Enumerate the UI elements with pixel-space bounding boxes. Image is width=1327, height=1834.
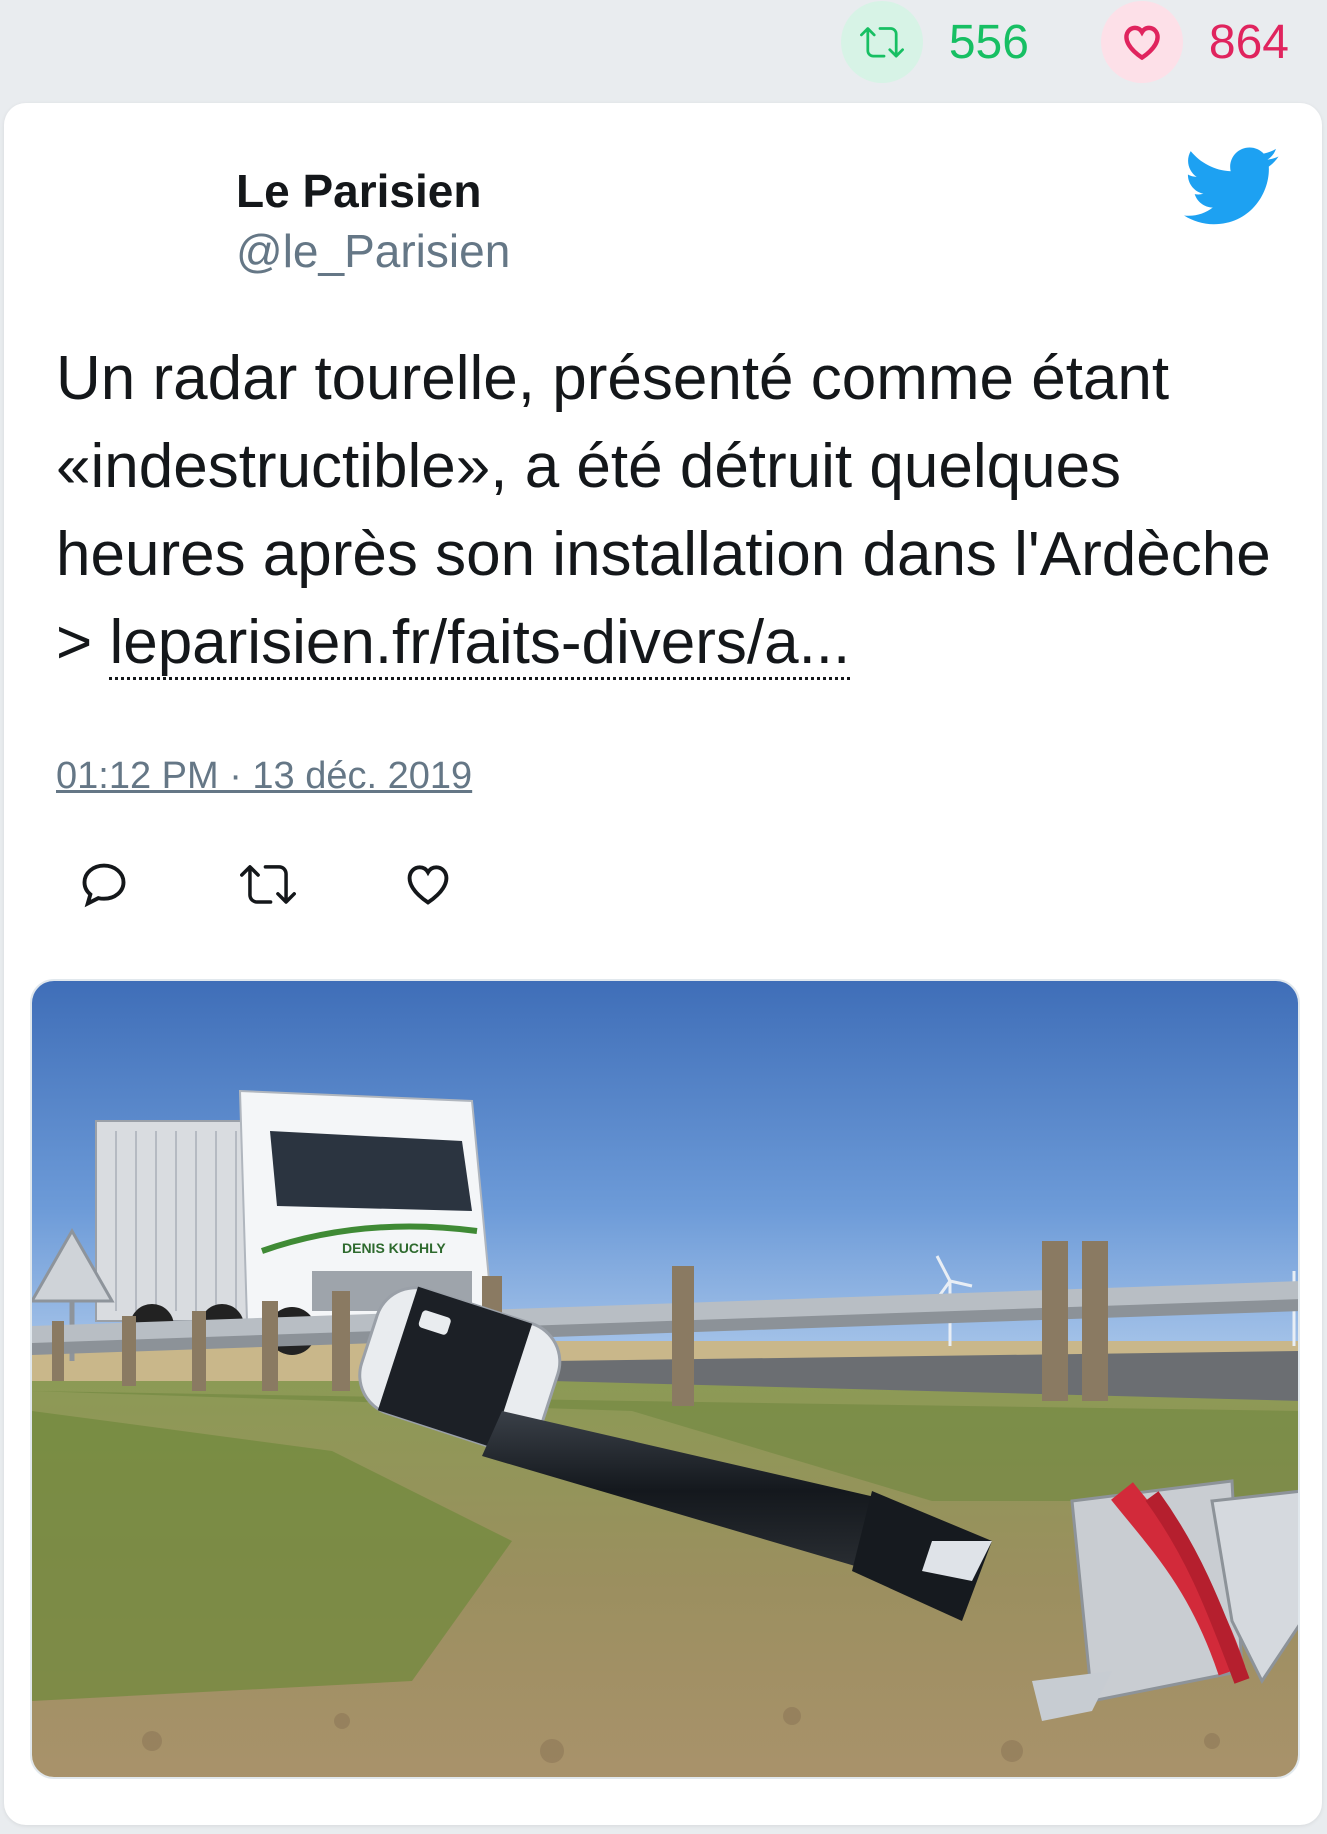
retweet-icon[interactable] — [240, 856, 296, 912]
tweet-timestamp[interactable]: 01:12 PM · 13 déc. 2019 — [56, 755, 472, 798]
like-icon[interactable] — [400, 856, 456, 912]
like-count: 864 — [1208, 15, 1289, 69]
tweet-link[interactable]: leparisien.fr/faits-divers/a... — [109, 608, 851, 680]
tweet-actions — [76, 856, 552, 912]
tweet-text: Un radar tourelle, présenté comme étant … — [56, 335, 1276, 687]
like-stat[interactable]: 864 — [1100, 0, 1327, 84]
author-handle[interactable]: @le_Parisien — [236, 223, 510, 279]
tweet-media-photo[interactable]: DENIS KUCHLY — [30, 979, 1300, 1779]
tweet-card: Le Parisien @le_Parisien Un radar tourel… — [4, 103, 1322, 1825]
retweet-stat[interactable]: 556 — [840, 0, 1101, 84]
reply-icon[interactable] — [76, 856, 132, 912]
author-name[interactable]: Le Parisien — [236, 163, 510, 219]
retweet-icon — [840, 1, 923, 83]
truck-label: DENIS KUCHLY — [342, 1240, 446, 1256]
twitter-bird-icon[interactable] — [1184, 147, 1280, 227]
engagement-stats: 556 864 — [840, 0, 1327, 84]
heart-icon — [1100, 1, 1183, 83]
retweet-count: 556 — [948, 15, 1029, 69]
tweet-author[interactable]: Le Parisien @le_Parisien — [236, 163, 510, 279]
